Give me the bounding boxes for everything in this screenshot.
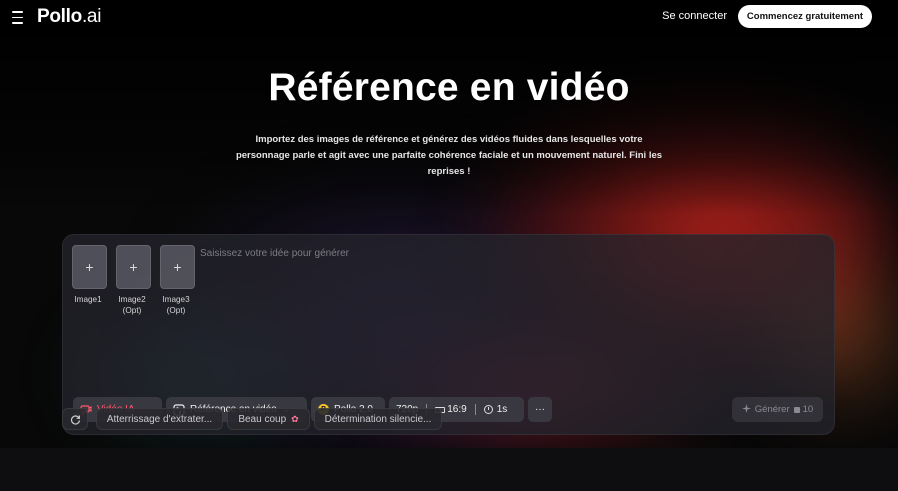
image2-label: Image2 (Opt) [118, 295, 146, 315]
hero-section: Référence en vidéo Importez des images d… [0, 34, 898, 448]
plus-icon: + [173, 259, 182, 275]
page-title: Référence en vidéo [268, 66, 630, 109]
image3-label: Image3 (Opt) [162, 295, 190, 315]
suggestion-chip[interactable]: Beau coup ✿ [227, 408, 310, 430]
image1-upload-slot[interactable]: + [72, 245, 107, 289]
page-subtitle: Importez des images de référence et géné… [235, 134, 663, 177]
logo[interactable]: Pollo.ai [37, 6, 101, 28]
top-header: Pollo.ai Se connecter Commencez gratuite… [0, 0, 898, 34]
credit-icon [793, 406, 800, 413]
plus-icon: + [129, 259, 138, 275]
image2-upload-slot[interactable]: + [116, 245, 151, 289]
background-shade [0, 34, 898, 214]
prompt-composer: + Image1 + Image2 (Opt) + Image3 (Opt) S… [62, 234, 835, 435]
suggestion-label: Beau coup [238, 413, 287, 425]
generate-button[interactable]: Générer 10 [732, 397, 823, 422]
page: Pollo.ai Se connecter Commencez gratuite… [0, 0, 898, 491]
flower-icon: ✿ [291, 413, 299, 424]
login-link[interactable]: Se connecter [662, 10, 727, 22]
ratio-value: 16:9 [447, 404, 467, 415]
hamburger-menu-icon[interactable] [12, 10, 23, 24]
duration-value: 1s [496, 404, 508, 415]
credit-count: 10 [802, 404, 814, 415]
suggestion-chip[interactable]: Détermination silencie... [314, 408, 442, 430]
refresh-suggestions-button[interactable] [62, 408, 88, 430]
clock-icon [483, 405, 493, 414]
prompt-input[interactable]: Saisissez votre idée pour générer [200, 248, 349, 259]
image3-upload-slot[interactable]: + [160, 245, 195, 289]
plus-icon: + [85, 259, 94, 275]
start-free-button[interactable]: Commencez gratuitement [738, 5, 872, 28]
more-options-button[interactable]: ··· [528, 397, 552, 422]
sparkle-icon [741, 403, 751, 416]
page-footer-area [0, 448, 898, 491]
generate-label: Générer [754, 404, 790, 415]
logo-suffix: .ai [81, 6, 102, 27]
suggestion-chip[interactable]: Atterrissage d'extrater... [96, 408, 223, 430]
divider [474, 404, 476, 415]
logo-main: Pollo [37, 6, 82, 27]
refresh-icon [70, 414, 80, 425]
image1-label: Image1 [74, 295, 102, 304]
more-icon: ··· [535, 404, 545, 415]
